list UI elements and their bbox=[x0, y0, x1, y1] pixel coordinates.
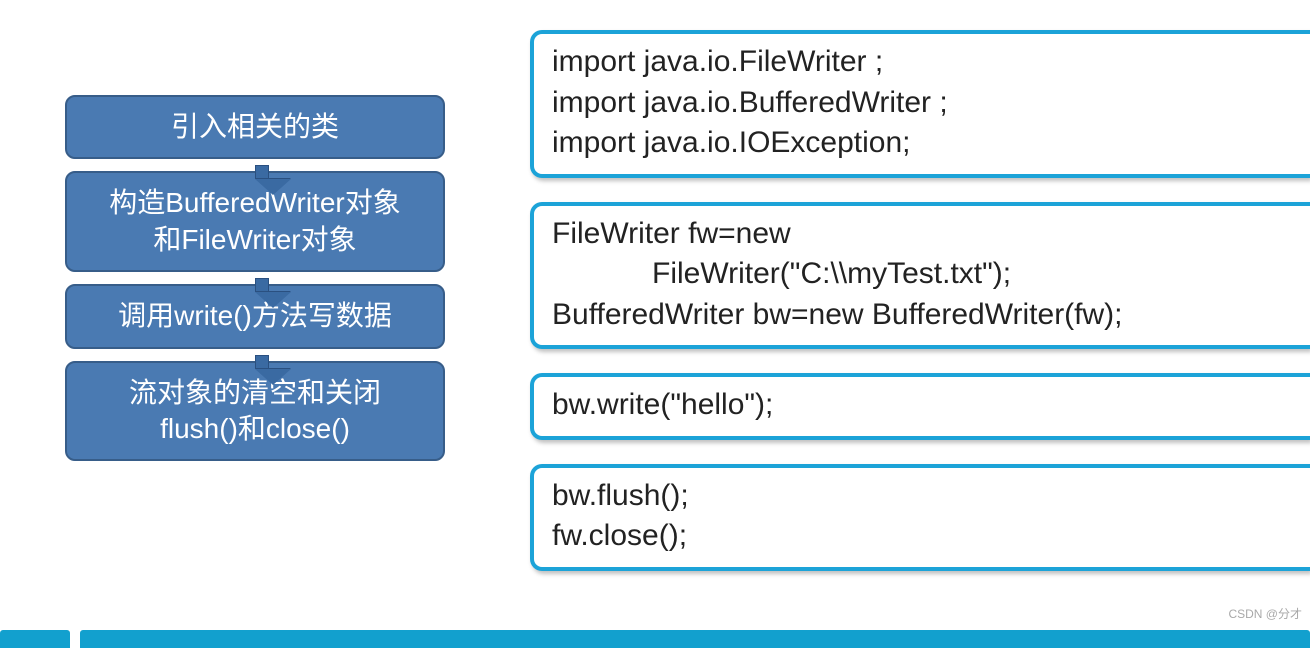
bottom-decoration bbox=[0, 630, 1310, 648]
flow-step-label-line2: flush()和close() bbox=[160, 413, 350, 444]
code-text: import java.io.FileWriter ; import java.… bbox=[552, 45, 948, 159]
code-box-close: bw.flush(); fw.close(); bbox=[530, 464, 1310, 571]
watermark-text: CSDN @分才 bbox=[1228, 605, 1302, 622]
code-text: bw.write("hello"); bbox=[552, 388, 773, 421]
code-text: FileWriter fw=new FileWriter("C:\\myTest… bbox=[552, 217, 1123, 331]
flowchart-column: 引入相关的类 构造BufferedWriter对象 和FileWriter对象 … bbox=[0, 30, 510, 571]
diagram-container: 引入相关的类 构造BufferedWriter对象 和FileWriter对象 … bbox=[0, 0, 1310, 571]
code-text: bw.flush(); fw.close(); bbox=[552, 479, 689, 553]
flow-step-label: 引入相关的类 bbox=[171, 111, 339, 142]
flow-step-import: 引入相关的类 bbox=[65, 95, 445, 159]
code-box-construct: FileWriter fw=new FileWriter("C:\\myTest… bbox=[530, 202, 1310, 350]
code-box-write: bw.write("hello"); bbox=[530, 373, 1310, 440]
code-box-imports: import java.io.FileWriter ; import java.… bbox=[530, 30, 1310, 178]
flow-step-label-line2: 和FileWriter对象 bbox=[153, 224, 356, 255]
bottom-bar-segment bbox=[0, 630, 70, 648]
bottom-bar-segment bbox=[80, 630, 1310, 648]
code-column: import java.io.FileWriter ; import java.… bbox=[510, 30, 1310, 571]
